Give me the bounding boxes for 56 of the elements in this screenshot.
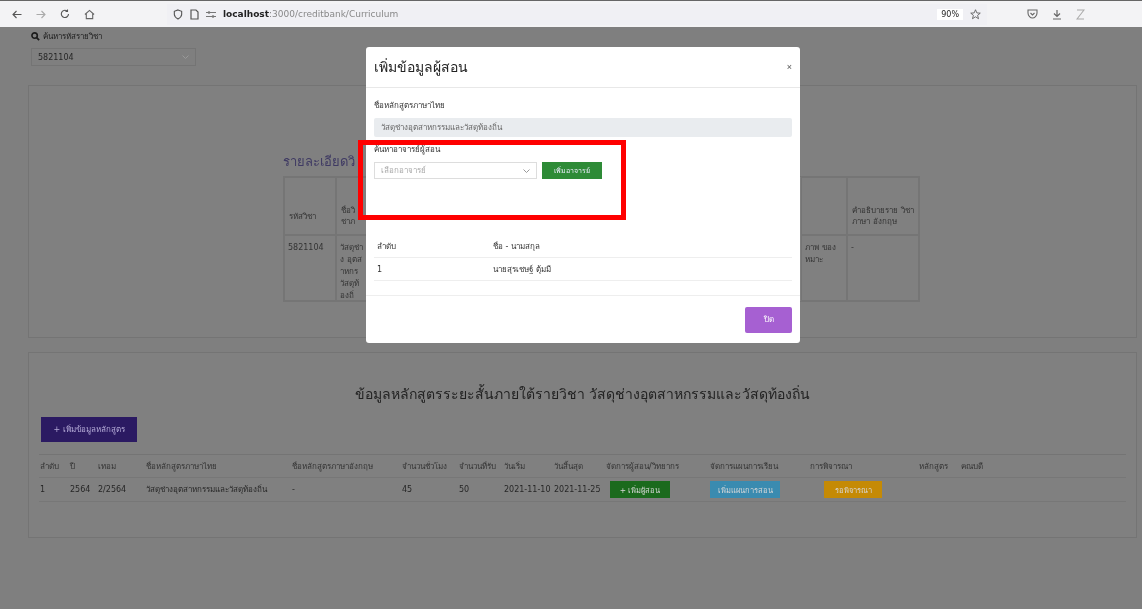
add-course-button[interactable]: + เพิ่มข้อมูลหลักสูตร xyxy=(41,417,137,442)
courses-title: ข้อมูลหลักสูตรระยะสั้นภายใต้รายวิชา วัสดุช่างอุตสาหกรรมและวัสดุท้องถิ่น xyxy=(353,383,812,405)
table-header-cell-text: จำนวนที่รับ xyxy=(458,460,497,473)
table-cell-text: - xyxy=(291,485,296,494)
course-name-field[interactable]: วัสดุช่างอุตสาหกรรมและวัสดุท้องถิ่น xyxy=(374,118,792,137)
table-header-cell-text: คณบดี xyxy=(960,460,984,473)
table-header-cell: รหัสวิชา xyxy=(284,177,336,235)
url-text[interactable]: localhost:3000/creditbank/Curriculum xyxy=(223,9,399,19)
table-header-cell-text: ชื่อหลักสูตรภาษาไทย xyxy=(145,460,218,473)
table-header-cell-text: ลำดับ xyxy=(377,240,397,253)
table-cell-text: 45 xyxy=(401,485,414,494)
page-icon[interactable] xyxy=(190,8,199,20)
table-cell-text: 2564 xyxy=(69,485,92,494)
course-code-select[interactable]: 5821104 xyxy=(31,48,196,66)
star-icon[interactable] xyxy=(970,8,981,20)
search-icon xyxy=(31,32,40,41)
table-cell-text: 2021-11-10 xyxy=(503,485,552,494)
table-cell: 5821104 xyxy=(284,235,336,301)
table-cell-text: 2/2564 xyxy=(97,485,128,494)
table-cell-text: วัสดุช่างอุตสาหกรรมและวัสดุท้องถิ่น xyxy=(145,483,269,496)
table-cell-text: นายสุรเชษฐ์ ตุ้มมี xyxy=(493,263,551,276)
back-icon[interactable] xyxy=(12,9,22,19)
table-cell: - xyxy=(847,235,919,301)
table-header-cell-text: การพิจารณา xyxy=(809,460,853,473)
table-header-cell-text: วันสิ้นสุด xyxy=(553,460,584,473)
table-header-cell-text: ปี xyxy=(69,460,76,473)
table-cell-text: 1 xyxy=(39,485,47,494)
table-header-cell-text: เทอม xyxy=(97,460,117,473)
table-cell: ภาพ ของ หมาะ xyxy=(801,235,847,301)
table-header-cell-text: จำนวนชั่วโมง xyxy=(401,460,448,473)
table-header-cell-text: ชื่อ - นามสกุล xyxy=(493,240,540,253)
table-header-cell-text: จัดการผู้สอน/วิทยากร xyxy=(605,460,680,473)
search-label: ค้นหารหัสรายวิชา xyxy=(43,31,102,43)
field-label: ชื่อหลักสูตรภาษาไทย xyxy=(374,99,446,112)
download-icon[interactable] xyxy=(1052,8,1062,20)
zoom-level[interactable]: 90% xyxy=(937,8,963,20)
shield-icon[interactable] xyxy=(173,8,183,20)
field-label: ค้นหาอาจารย์ผู้สอน xyxy=(374,144,442,156)
table-header-cell-text: ชื่อหลักสูตรภาษาอังกฤษ xyxy=(291,460,374,473)
sliders-icon[interactable] xyxy=(206,9,216,19)
home-icon[interactable] xyxy=(84,8,95,20)
close-dialog-button[interactable]: ปิด xyxy=(745,306,792,333)
table-header-cell: คำอธิบายราย วิชาภาษา อังกฤษ xyxy=(847,177,919,235)
pocket-icon[interactable] xyxy=(1027,9,1038,19)
table-header-cell-text: หลักสูตร xyxy=(918,460,949,473)
detail-title: รายละเอียดวิ xyxy=(283,153,355,171)
table-cell-text: 2021-11-25 xyxy=(553,485,602,494)
chevron-down-icon xyxy=(523,168,530,173)
table-header-cell-text: วันเริ่ม xyxy=(503,460,526,473)
table-header-cell-text: จัดการแผนการเรียน xyxy=(709,460,780,473)
table-cell-text: 50 xyxy=(458,485,471,494)
modal-title: เพิ่มข้อมูลผู้สอน xyxy=(374,57,468,78)
table-cell-text: 1 xyxy=(377,264,384,274)
close-button[interactable]: × xyxy=(786,62,792,72)
reload-icon[interactable] xyxy=(60,9,70,19)
table-header-cell-text: ลำดับ xyxy=(39,460,60,473)
